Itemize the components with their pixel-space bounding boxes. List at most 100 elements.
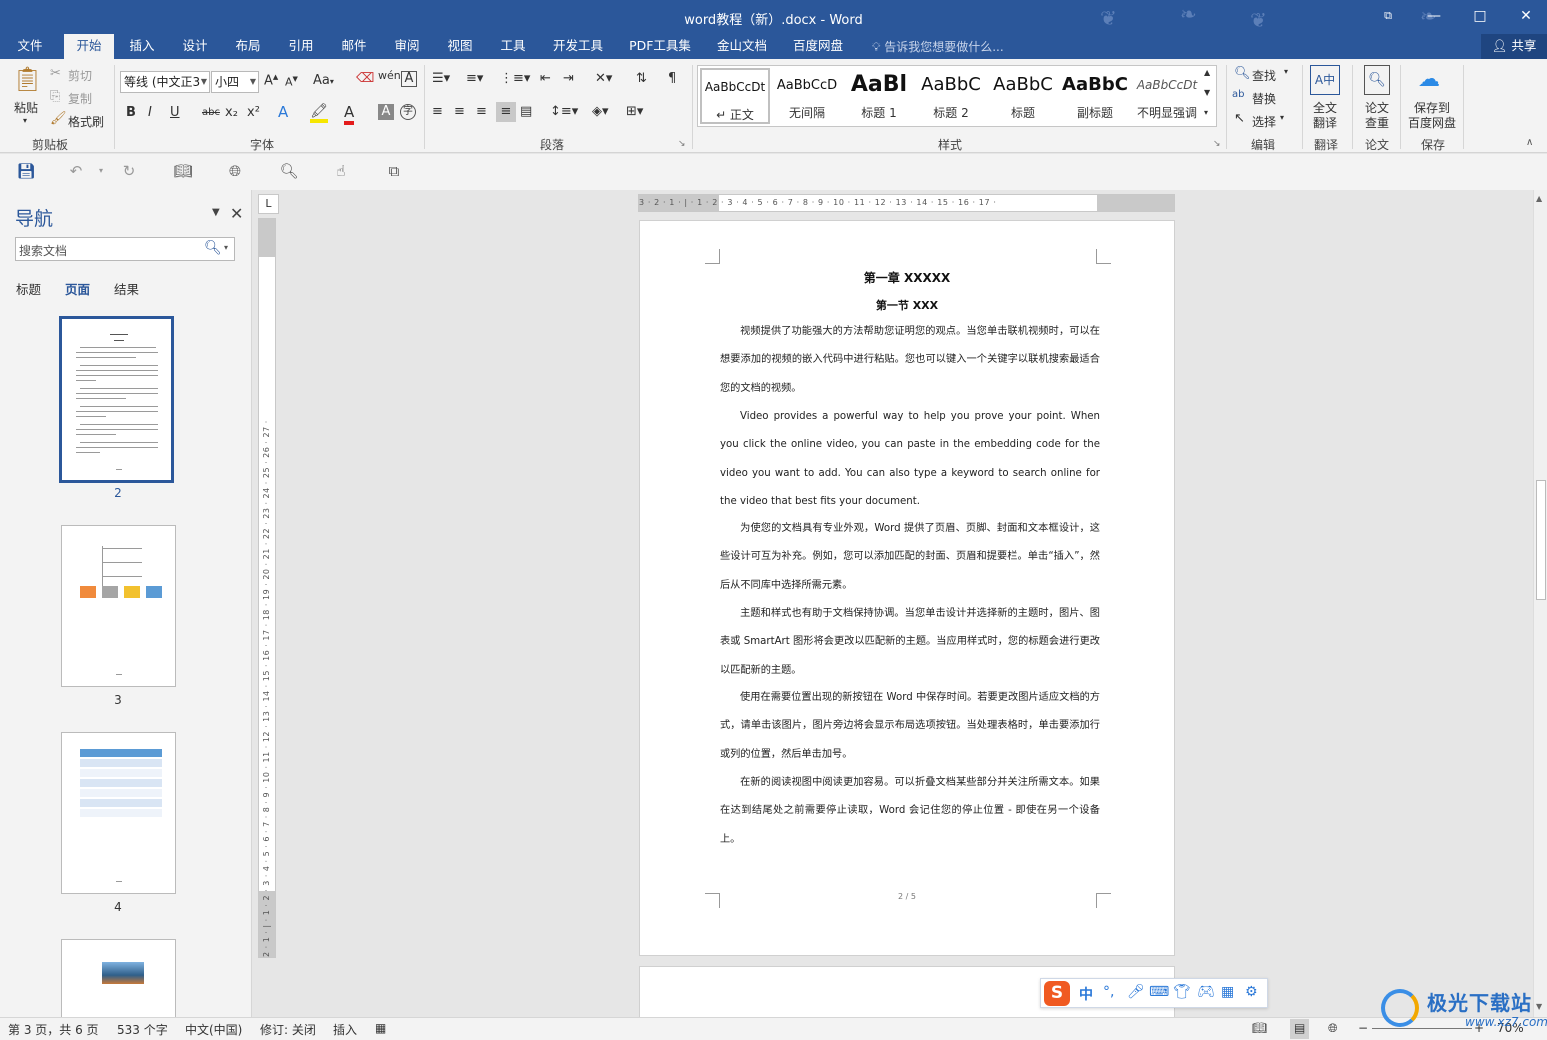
nav-tab-headings[interactable]: 标题 [16,279,41,298]
page-count[interactable]: 第 3 页，共 6 页 [8,1021,99,1038]
collapse-ribbon-icon[interactable]: ∧ [1526,137,1533,148]
skin-icon[interactable]: 👕︎ [1173,984,1191,1000]
numbering-icon[interactable]: ≡▾ [466,71,483,86]
translate-icon[interactable]: A中 [1310,65,1340,95]
gallery-down-icon[interactable]: ▼ [1204,88,1210,97]
web-layout-icon[interactable]: 🌐︎ [1328,1021,1338,1036]
font-color-icon[interactable]: A [344,103,355,125]
document-page[interactable]: 第一章 XXXXX 第一节 XXX 视频提供了功能强大的方法帮助您证明您的观点。… [639,220,1175,956]
language-status[interactable]: 中文(中国) [185,1021,242,1038]
chevron-down-icon[interactable]: ▾ [90,166,112,186]
enclose-char-icon[interactable]: 字 [400,104,416,120]
style-normal[interactable]: AaBbCcDt ↵ 正文 [700,68,770,124]
style-heading-1[interactable]: AaBl 标题 1 [844,68,914,124]
redo-icon[interactable]: ↻ [118,162,140,182]
search-icon[interactable]: 🔍︎ [204,240,222,256]
tab-pdf-tools[interactable]: PDF工具集 [622,34,698,59]
highlight-icon[interactable]: 🖍︎ [310,103,328,123]
word-count[interactable]: 533 个字 [117,1021,168,1038]
strikethrough-button[interactable]: abc [202,107,220,118]
insert-mode[interactable]: 插入 [333,1021,357,1038]
format-painter-button[interactable]: 格式刷 [68,113,104,130]
find-button[interactable]: 查找 [1252,67,1276,84]
search-input[interactable]: 搜索文档 🔍︎ ▾ [15,237,235,261]
horizontal-ruler[interactable]: 3 · 2 · 1 · | · 1 · 2 · 3 · 4 · 5 · 6 · … [638,194,1175,212]
tab-kingsoft-docs[interactable]: 金山文档 [710,34,774,59]
ime-punct-toggle[interactable]: °, [1103,984,1114,1000]
gallery-up-icon[interactable]: ▲ [1204,68,1210,77]
show-marks-icon[interactable]: ¶ [668,71,676,86]
touch-mode-icon[interactable]: ☝︎ [330,162,352,182]
page-thumbnail[interactable] [61,939,176,1017]
replace-button[interactable]: 替换 [1252,90,1276,107]
tab-tools[interactable]: 工具 [491,34,535,59]
print-preview-icon[interactable]: 🔍︎ [278,162,300,182]
sogou-logo-icon[interactable]: S [1044,981,1070,1006]
tell-me-box[interactable]: 💡︎ 告诉我您想要做什么... [872,38,1004,55]
tab-developer[interactable]: 开发工具 [546,34,610,59]
vertical-scrollbar[interactable]: ▲ ▼ [1533,190,1547,1017]
tab-home[interactable]: 开始 [64,34,114,59]
paper-check-icon[interactable]: 🔍︎ [1364,65,1390,95]
settings-icon[interactable]: ⚙ [1245,984,1258,1000]
cut-button[interactable]: 剪切 [68,67,92,84]
minimize-button[interactable]: — [1411,0,1457,34]
tab-review[interactable]: 审阅 [385,34,429,59]
microphone-icon[interactable]: 🎤︎ [1127,984,1145,1000]
paper-check-label2[interactable]: 查重 [1365,114,1389,131]
sort-icon[interactable]: ⇅ [636,71,647,86]
tab-layout[interactable]: 布局 [226,34,270,59]
subscript-button[interactable]: x₂ [225,105,238,120]
close-icon[interactable]: ✕ [230,204,243,223]
tab-insert[interactable]: 插入 [120,34,164,59]
font-name-select[interactable]: 等线 (中文正3 ▼ [120,71,210,93]
distributed-icon[interactable]: ▤ [520,104,532,119]
chinese-layout-icon[interactable]: ✕▾ [595,71,612,86]
align-right-icon[interactable]: ≡ [476,104,487,119]
chevron-down-icon[interactable]: ▾ [1284,67,1288,76]
chevron-down-icon[interactable]: ▾ [224,243,228,252]
change-case-button[interactable]: Aa▾ [313,73,334,88]
increase-indent-icon[interactable]: ⇥ [563,71,574,86]
scroll-up-icon[interactable]: ▲ [1536,194,1542,203]
dialog-launcher-icon[interactable]: ↘ [678,139,686,149]
page-thumbnail[interactable] [59,316,174,483]
bullets-icon[interactable]: ☰▾ [432,71,450,86]
save-baidu-label2[interactable]: 百度网盘 [1408,114,1456,131]
tab-references[interactable]: 引用 [279,34,323,59]
style-no-spacing[interactable]: AaBbCcD 无间隔 [772,68,842,124]
style-title[interactable]: AaBbC 标题 [988,68,1058,124]
shrink-font-icon[interactable]: A▼ [285,75,298,89]
align-left-icon[interactable]: ≡ [432,104,443,119]
keyboard-icon[interactable]: ⌨ [1149,984,1169,1000]
char-border-icon[interactable]: A [401,71,417,87]
phonetic-guide-icon[interactable]: wén [378,69,401,82]
gallery-more-icon[interactable]: ▾ [1204,108,1208,117]
ime-lang-toggle[interactable]: 中 [1079,984,1093,1004]
web-layout-icon[interactable]: 🌐︎ [224,162,246,182]
text-effects-icon[interactable]: A [278,103,288,121]
underline-button[interactable]: U [170,105,180,120]
tab-view[interactable]: 视图 [438,34,482,59]
justify-icon[interactable]: ≡ [496,102,516,122]
tab-mailings[interactable]: 邮件 [332,34,376,59]
maximize-button[interactable]: □ [1457,0,1503,34]
baidu-cloud-icon[interactable]: ☁ [1418,67,1440,92]
gamepad-icon[interactable]: 🎮︎ [1197,984,1215,1000]
paste-button[interactable]: 粘贴 [14,99,38,116]
clear-format-icon[interactable]: ⌫ [356,71,374,86]
align-center-icon[interactable]: ≡ [454,104,465,119]
macro-icon[interactable]: ▦ [375,1021,386,1035]
superscript-button[interactable]: x² [247,105,260,120]
zoom-out-button[interactable]: − [1358,1021,1368,1035]
tab-file[interactable]: 文件 [8,34,52,59]
decrease-indent-icon[interactable]: ⇤ [540,71,551,86]
nav-tab-pages[interactable]: 页面 [65,279,90,298]
full-translate-label2[interactable]: 翻译 [1313,114,1337,131]
nav-tab-results[interactable]: 结果 [114,279,139,298]
char-shading-icon[interactable]: A [378,104,394,120]
share-button[interactable]: 👤︎ 共享 [1481,34,1547,59]
page-thumbnail[interactable] [61,732,176,894]
chevron-down-icon[interactable]: ▾ [1280,113,1284,122]
chevron-down-icon[interactable]: ▼ [212,207,220,218]
